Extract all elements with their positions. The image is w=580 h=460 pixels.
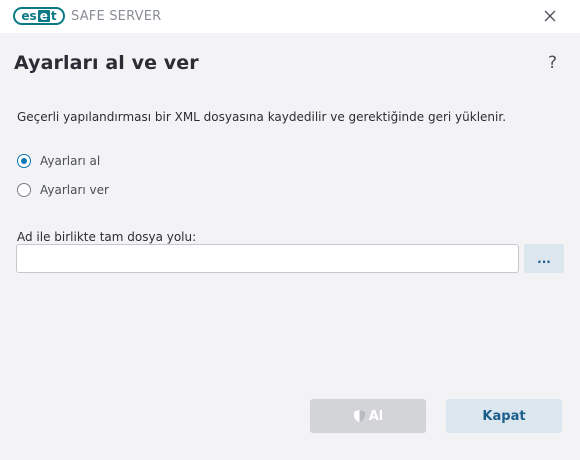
browse-button[interactable]: ... — [524, 244, 564, 273]
close-icon — [544, 10, 556, 22]
radio-import-settings[interactable]: Ayarları al — [17, 154, 100, 168]
eset-logo: es e t SAFE SERVER — [13, 6, 161, 26]
import-button[interactable]: Al — [310, 399, 426, 433]
radio-button[interactable] — [17, 183, 31, 197]
product-name: SAFE SERVER — [71, 8, 162, 24]
import-button-label: Al — [368, 408, 384, 424]
help-icon[interactable]: ? — [548, 53, 557, 73]
radio-label: Ayarları ver — [40, 183, 109, 197]
title-bar: es e t SAFE SERVER — [0, 0, 580, 33]
radio-export-settings[interactable]: Ayarları ver — [17, 183, 109, 197]
radio-button-checked[interactable] — [17, 154, 31, 168]
shield-icon — [353, 409, 366, 423]
description-text: Geçerli yapılandırması bir XML dosyasına… — [17, 110, 507, 124]
file-path-input[interactable] — [16, 244, 519, 273]
radio-label: Ayarları al — [40, 154, 101, 168]
close-window-button[interactable] — [542, 8, 558, 24]
page-title: Ayarları al ve ver — [14, 52, 199, 74]
eset-logo-mark: es e t — [13, 7, 65, 25]
settings-dialog: es e t SAFE SERVER Ayarları al ve ver ? Ge… — [0, 0, 580, 460]
close-button[interactable]: Kapat — [446, 399, 562, 433]
file-path-label: Ad ile birlikte tam dosya yolu: — [17, 230, 197, 244]
